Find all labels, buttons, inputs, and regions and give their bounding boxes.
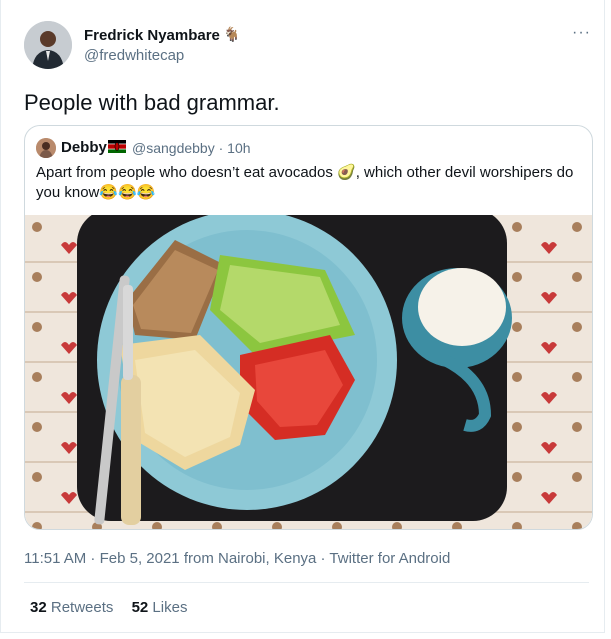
food-tray-photo[interactable] [25,215,593,530]
kenya-flag-icon [108,140,126,153]
tweet-text: People with bad grammar. [24,90,280,115]
author-avatar[interactable] [24,21,72,69]
quoted-handle: @sangdebby · 10h [132,140,251,156]
divider [24,582,589,583]
author-name[interactable]: Fredrick Nyambare [84,27,220,44]
retweets-count[interactable]: 32 [30,599,47,616]
likes-label[interactable]: Likes [152,599,187,616]
divider [24,632,589,633]
likes-count[interactable]: 52 [132,599,149,616]
retweets-label[interactable]: Retweets [51,599,114,616]
quoted-text: Apart from people who doesn’t eat avocad… [36,164,574,201]
engagement-stats: 32 Retweets 52 Likes [30,599,201,616]
author-handle[interactable]: @fredwhitecap [84,47,184,64]
more-icon[interactable]: ··· [572,24,591,42]
quoted-tweet[interactable]: Debby @sangdebby · 10h Apart from people… [24,125,593,530]
tweet-timestamp[interactable]: 11:51 AM · Feb 5, 2021 from Nairobi, Ken… [24,550,450,567]
quoted-name: Debby [61,139,107,156]
goat-icon: 🐐 [223,26,241,42]
quoted-avatar [36,138,56,158]
